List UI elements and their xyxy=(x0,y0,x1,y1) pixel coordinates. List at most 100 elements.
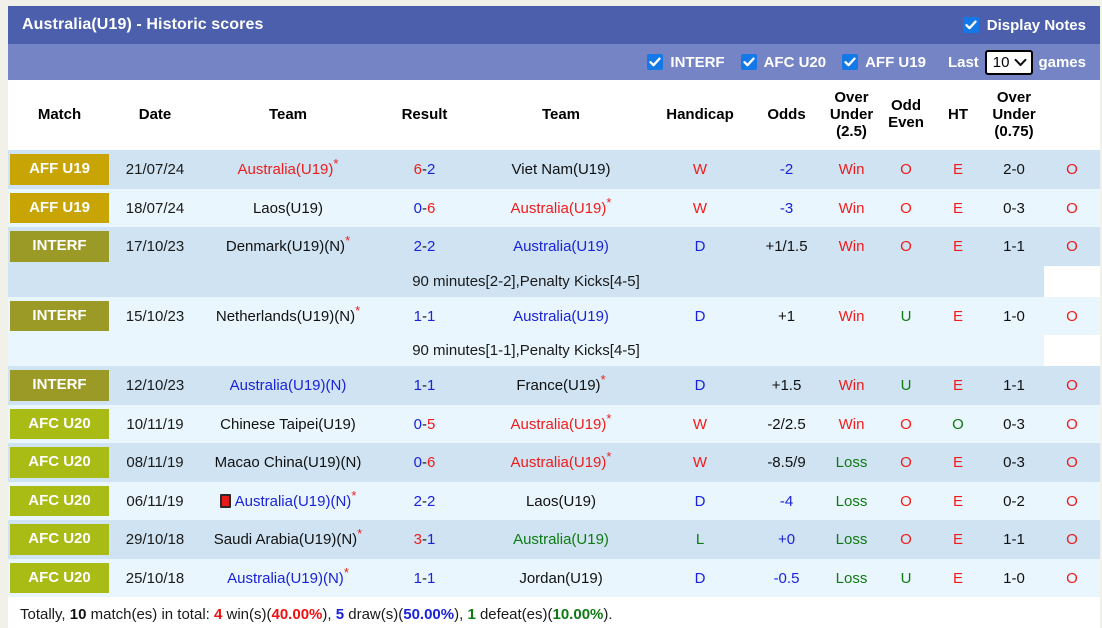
table-row[interactable]: AFF U19 18/07/24 Laos(U19) 0-6 Australia(U19… xyxy=(8,188,1100,228)
wdl-indicator: W xyxy=(650,188,750,228)
match-badge[interactable]: AFC U20 xyxy=(10,447,109,478)
oddeven-line1: Odd xyxy=(891,97,921,115)
display-notes-checkbox[interactable] xyxy=(962,17,979,33)
home-team-name[interactable]: Macao China(U19)(N) xyxy=(215,454,362,471)
score-away: 1 xyxy=(427,531,436,549)
star-marker: * xyxy=(343,564,349,580)
table-row[interactable]: AFC U20 06/11/19 Australia(U19)(N)* 2-2 Laos… xyxy=(8,481,1100,521)
col-match[interactable]: Match xyxy=(8,80,111,151)
odds-text: Win xyxy=(838,415,865,433)
score-away: 6 xyxy=(427,199,436,217)
date-text: 17/10/23 xyxy=(125,238,185,256)
odds-result: Win xyxy=(823,296,880,336)
match-badge[interactable]: INTERF xyxy=(10,231,109,262)
interf-checkbox[interactable] xyxy=(647,54,664,70)
filter-afc-u20[interactable]: AFC U20 xyxy=(740,54,843,71)
handicap-value: -2 xyxy=(750,150,823,189)
odds-text: Win xyxy=(838,238,865,256)
home-team-name[interactable]: Chinese Taipei(U19) xyxy=(220,416,356,433)
match-result: 1-1 xyxy=(377,558,472,598)
match-badge[interactable]: AFC U20 xyxy=(10,562,109,594)
away-team-name[interactable]: Australia(U19) xyxy=(511,416,607,433)
half-time-score: 0-3 xyxy=(984,443,1044,482)
oddeven-text: E xyxy=(952,238,963,256)
col-odds[interactable]: Odds xyxy=(750,80,823,151)
table-row[interactable]: AFF U19 21/07/24 Australia(U19)* 6-2 Viet Na… xyxy=(8,150,1100,189)
over-under-25: O xyxy=(880,443,932,482)
odds-result: Loss xyxy=(823,481,880,521)
away-team-name[interactable]: Australia(U19) xyxy=(513,531,609,548)
match-badge[interactable]: INTERF xyxy=(10,300,109,332)
match-date: 15/10/23 xyxy=(111,296,199,336)
table-row[interactable]: INTERF 17/10/23 Denmark(U19)(N)* 2-2 Austral… xyxy=(8,227,1100,266)
away-team-name[interactable]: Australia(U19) xyxy=(513,238,609,255)
col-handicap[interactable]: Handicap xyxy=(650,80,750,151)
away-team-name[interactable]: France(U19) xyxy=(516,377,600,394)
away-team-name[interactable]: Australia(U19) xyxy=(513,308,609,325)
over-under-25: U xyxy=(880,558,932,598)
col-date[interactable]: Date xyxy=(111,80,199,151)
over-under-25: O xyxy=(880,150,932,189)
away-team-name[interactable]: Australia(U19) xyxy=(511,454,607,471)
away-team-name[interactable]: Viet Nam(U19) xyxy=(512,161,611,178)
ou25-line3: (2.5) xyxy=(836,122,867,140)
match-badge-cell: INTERF xyxy=(8,366,111,405)
afc-u20-checkbox[interactable] xyxy=(740,54,757,70)
away-team-name[interactable]: Australia(U19) xyxy=(511,200,607,217)
oddeven-line2: Even xyxy=(888,114,924,132)
odd-even: E xyxy=(932,296,984,336)
table-row[interactable]: AFC U20 08/11/19 Macao China(U19)(N) 0-6 Aus… xyxy=(8,443,1100,482)
oddeven-text: E xyxy=(952,492,963,510)
over-under-075: O xyxy=(1044,188,1100,228)
home-team-name[interactable]: Denmark(U19)(N) xyxy=(226,238,345,255)
home-team-name[interactable]: Australia(U19) xyxy=(238,161,334,178)
home-team-name[interactable]: Saudi Arabia(U19)(N) xyxy=(214,531,357,548)
away-team-name[interactable]: Jordan(U19) xyxy=(519,570,602,587)
star-marker: * xyxy=(600,372,606,388)
match-badge[interactable]: AFF U19 xyxy=(10,192,109,224)
col-result[interactable]: Result xyxy=(377,80,472,151)
over-under-075: O xyxy=(1044,296,1100,336)
last-games-select[interactable]: 10 xyxy=(984,49,1034,75)
match-badge[interactable]: AFC U20 xyxy=(10,485,109,517)
match-badge-cell: INTERF xyxy=(8,227,111,266)
odds-result: Win xyxy=(823,404,880,444)
col-team-home[interactable]: Team xyxy=(199,80,377,151)
ht-text: 1-0 xyxy=(1003,569,1025,587)
odds-text: Win xyxy=(838,307,865,325)
ou25-text: O xyxy=(900,454,912,472)
home-team-name[interactable]: Laos(U19) xyxy=(253,200,323,217)
col-over-under-25[interactable]: Over Under (2.5) xyxy=(823,80,880,151)
ht-text: 0-3 xyxy=(1003,454,1025,472)
odds-result: Loss xyxy=(823,558,880,598)
match-result: 3-1 xyxy=(377,520,472,559)
match-badge[interactable]: AFC U20 xyxy=(10,408,109,440)
over-under-075: O xyxy=(1044,366,1100,405)
filter-aff-u19[interactable]: AFF U19 xyxy=(842,54,942,71)
table-row[interactable]: AFC U20 10/11/19 Chinese Taipei(U19) 0-5 Aus… xyxy=(8,404,1100,444)
match-badge[interactable]: AFF U19 xyxy=(10,154,109,185)
col-team-away[interactable]: Team xyxy=(472,80,650,151)
col-ht[interactable]: HT xyxy=(932,80,984,151)
display-notes-toggle[interactable]: Display Notes xyxy=(962,17,1086,34)
col-over-under-075[interactable]: Over Under (0.75) xyxy=(984,80,1044,151)
s1-wins-text: win(s)( xyxy=(222,606,272,624)
home-team-name[interactable]: Australia(U19)(N) xyxy=(235,493,352,510)
odds-text: Win xyxy=(838,161,865,179)
ou25-text: O xyxy=(900,492,912,510)
home-team-name[interactable]: Australia(U19)(N) xyxy=(227,570,344,587)
s1-mid: match(es) in total: xyxy=(86,606,214,624)
filter-interf[interactable]: INTERF xyxy=(647,54,740,71)
table-row[interactable]: AFC U20 25/10/18 Australia(U19)(N)* 1-1 Jord… xyxy=(8,558,1100,598)
wdl-text: D xyxy=(694,238,706,256)
col-odd-even[interactable]: Odd Even xyxy=(880,80,932,151)
table-row[interactable]: INTERF 12/10/23 Australia(U19)(N) 1-1 France… xyxy=(8,366,1100,405)
away-team-name[interactable]: Laos(U19) xyxy=(526,493,596,510)
match-badge[interactable]: AFC U20 xyxy=(10,524,109,555)
home-team-name[interactable]: Australia(U19)(N) xyxy=(230,377,347,394)
table-row[interactable]: INTERF 15/10/23 Netherlands(U19)(N)* 1-1 Aus… xyxy=(8,296,1100,336)
table-row[interactable]: AFC U20 29/10/18 Saudi Arabia(U19)(N)* 3-1 A… xyxy=(8,520,1100,559)
match-badge[interactable]: INTERF xyxy=(10,370,109,401)
home-team-name[interactable]: Netherlands(U19)(N) xyxy=(216,308,355,325)
aff-u19-checkbox[interactable] xyxy=(842,54,859,70)
